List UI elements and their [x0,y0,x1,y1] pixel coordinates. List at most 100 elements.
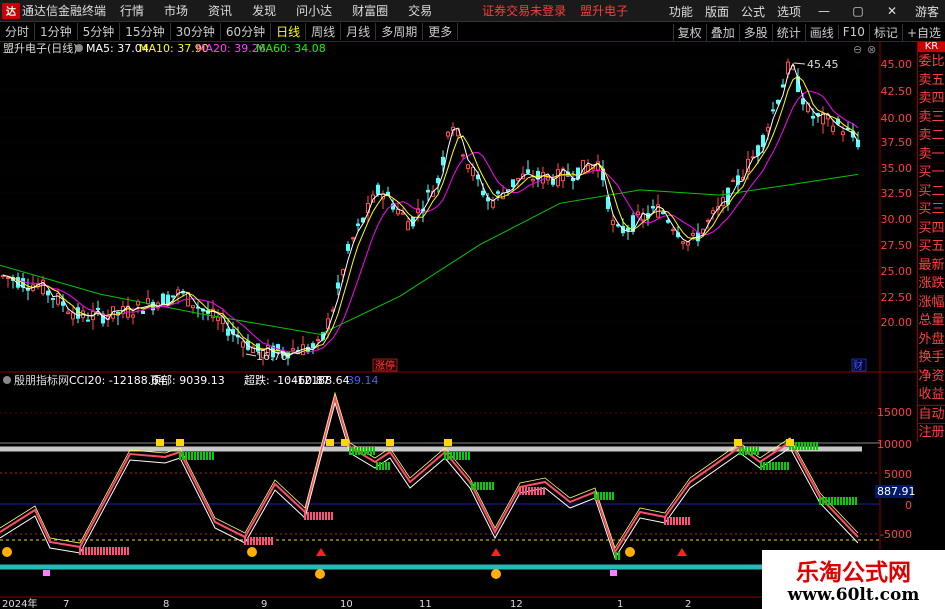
tab-60min[interactable]: 60分钟 [221,23,272,40]
zoom-out-icon[interactable]: ⊖ [853,43,862,56]
top-marker [341,439,349,446]
side-item[interactable]: 卖二 [918,127,945,146]
menu-hangqing[interactable]: 行情 [120,2,144,19]
top-marker [326,439,334,446]
candle-body [781,84,785,88]
candle-body [651,206,655,209]
candle-body [711,210,715,214]
minimize-icon[interactable]: — [813,4,835,18]
indicator-extra-label: 39.14 [347,374,379,387]
menu-shichang[interactable]: 市场 [164,2,188,19]
candle-body [241,341,245,348]
candle-body [491,200,495,208]
candle-body [141,310,145,314]
candle-body [191,305,195,309]
buy-circle-marker [247,547,257,557]
time-label: 7 [63,599,69,609]
add-watchlist-button[interactable]: +自选 [901,23,945,41]
side-item[interactable]: 卖三 [918,109,945,127]
candle-body [56,292,60,305]
price-tick: 25.00 [881,265,913,278]
side-item-auto[interactable]: 自动 [918,404,945,423]
candle-body [666,219,670,223]
tab-15min[interactable]: 15分钟 [120,23,171,40]
side-item[interactable]: 涨跌 [918,275,945,294]
side-item[interactable]: 外盘 [918,331,945,349]
close-chart-icon[interactable]: ⊗ [867,43,876,56]
side-item[interactable]: 卖四 [918,90,945,109]
side-item[interactable]: 买二 [918,183,945,201]
candle-body [376,184,380,195]
menu-xuanxiang[interactable]: 选项 [777,3,801,20]
side-item[interactable]: 委比 [918,53,945,72]
side-item[interactable]: 收益 [918,386,945,405]
tab-1min[interactable]: 1分钟 [35,23,78,40]
side-item[interactable]: 净资 [918,368,945,386]
price-tick: 45.00 [881,58,913,71]
candle-body [446,131,450,137]
f10-button[interactable]: F10 [837,25,869,39]
side-item-register[interactable]: 注册 [918,422,945,441]
tab-daily[interactable]: 日线 [271,23,307,40]
candle-body [51,297,55,300]
side-item[interactable]: 涨幅 [918,294,945,312]
candle-body [161,293,165,306]
buy-circle-marker [625,547,635,557]
menu-banmian[interactable]: 版面 [705,3,729,20]
side-item[interactable]: 买三 [918,201,945,220]
side-item[interactable]: 买一 [918,164,945,183]
guest-login[interactable]: 游客 [915,3,939,20]
tab-30min[interactable]: 30分钟 [171,23,221,40]
tab-5min[interactable]: 5分钟 [78,23,121,40]
menu-jiaoyi[interactable]: 交易 [408,2,432,19]
ind-tick: -5000 [880,528,912,541]
login-notice[interactable]: 证券交易未登录 [482,2,566,19]
menu-gongshi[interactable]: 公式 [741,3,765,20]
stats-button[interactable]: 统计 [771,23,805,41]
price-tick: 37.50 [881,136,913,149]
fuquan-button[interactable]: 复权 [672,23,706,41]
kline-chart-area[interactable]: 45.00 42.50 40.00 37.50 35.00 32.50 30.0… [0,42,917,609]
side-item[interactable]: 卖一 [918,146,945,164]
tab-monthly[interactable]: 月线 [341,23,377,40]
candle-body [86,319,90,322]
indicator-settings-icon[interactable] [3,376,11,384]
candle-body [706,219,710,222]
kr-tag[interactable]: KR [918,42,945,53]
multi-stock-button[interactable]: 多股 [738,23,772,41]
candle-body [66,311,70,315]
menu-gongneng[interactable]: 功能 [669,3,693,20]
ind-tick: 5000 [884,468,912,481]
tab-fenshi[interactable]: 分时 [0,23,36,40]
draw-line-button[interactable]: 画线 [804,23,838,41]
menu-faxian[interactable]: 发现 [252,2,276,19]
tab-more[interactable]: 更多 [423,23,459,40]
candle-body [681,241,685,244]
side-item[interactable]: 最新 [918,257,945,275]
close-icon[interactable]: ✕ [881,4,903,18]
mark-button[interactable]: 标记 [868,23,902,41]
side-item[interactable]: 卖五 [918,72,945,90]
candle-body [426,189,430,193]
side-item[interactable]: 买五 [918,238,945,257]
menu-wenxiaoda[interactable]: 问小达 [296,2,332,19]
menu-caifuquan[interactable]: 财富圈 [352,2,388,19]
side-item[interactable]: 买四 [918,220,945,238]
tab-multi-period[interactable]: 多周期 [376,23,424,40]
candle-body [356,223,360,226]
side-item[interactable]: 总量 [918,312,945,331]
tab-weekly[interactable]: 周线 [306,23,342,40]
candle-body [661,212,665,215]
side-item[interactable]: 换手 [918,349,945,368]
candle-body [46,290,50,296]
top-marker [444,439,452,446]
settings-circle-icon[interactable] [75,44,83,52]
top-marker [156,439,164,446]
overlay-button[interactable]: 叠加 [705,23,739,41]
maximize-icon[interactable]: ▢ [847,4,869,18]
top-marker [176,439,184,446]
menu-zixun[interactable]: 资讯 [208,2,232,19]
candle-body [166,294,170,305]
candle-body [316,339,320,342]
indicator-name: 殷朋指标网 [14,373,69,387]
